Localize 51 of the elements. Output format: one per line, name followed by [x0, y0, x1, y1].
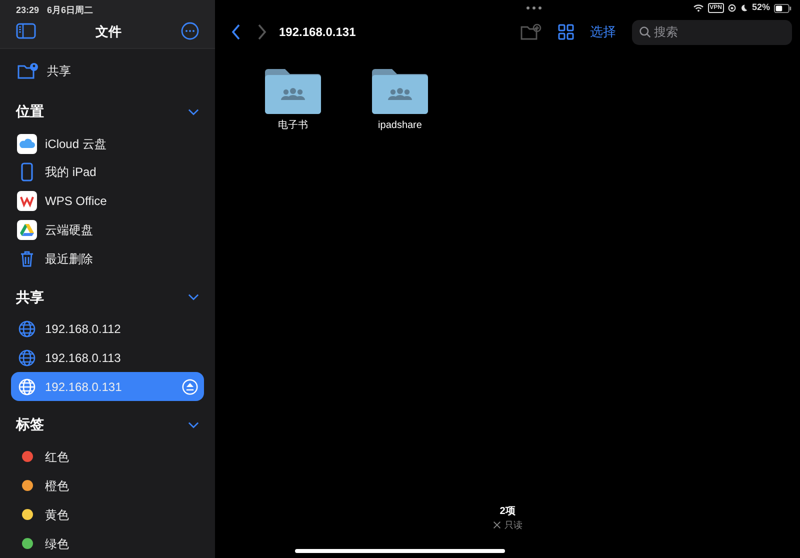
eject-icon[interactable] [182, 378, 198, 395]
status-time: 23:29 [16, 4, 40, 17]
chevron-icon[interactable] [188, 293, 199, 302]
sidebar-item[interactable]: 最近删除 [11, 244, 204, 274]
sidebar-item[interactable]: iCloud 云盘 [11, 129, 204, 158]
sidebar-toggle-icon[interactable] [16, 23, 36, 40]
cloud-icon [17, 134, 37, 154]
chevron-icon[interactable] [188, 420, 199, 429]
select-button[interactable]: 选择 [590, 22, 616, 42]
status-date: 6月6日周二 [47, 4, 94, 17]
sidebar-item[interactable]: 192.168.0.113 [11, 344, 204, 372]
shared-folder-icon [17, 62, 39, 80]
sidebar-item[interactable]: 我的 iPad [11, 158, 204, 187]
globe-icon [17, 376, 37, 397]
moon-icon [740, 4, 748, 12]
shared-folder-icon[interactable] [265, 68, 321, 114]
section-title: 标签 [16, 415, 44, 434]
rotation-lock-icon [728, 4, 736, 12]
wps-logo-icon [17, 191, 37, 212]
sidebar-item[interactable]: 192.168.0.112 [11, 314, 204, 344]
multitask-icon[interactable] [526, 6, 542, 10]
sidebar-item[interactable]: 绿色 [11, 529, 204, 558]
wifi-icon [692, 4, 704, 12]
battery-icon [774, 4, 792, 12]
sidebar-item[interactable]: 红色 [11, 442, 204, 472]
folder-title: 192.168.0.131 [279, 24, 357, 41]
shared-item[interactable]: 共享 [11, 56, 204, 86]
sidebar-item[interactable]: WPS Office [11, 186, 204, 216]
chevron-icon[interactable] [188, 108, 199, 116]
sidebar-item[interactable]: 云端硬盘 [11, 216, 204, 245]
grid-view-icon[interactable] [558, 24, 574, 40]
forward-icon[interactable] [257, 24, 267, 40]
sidebar-item[interactable]: 橙色 [11, 471, 204, 500]
read-only-label: 只读 [504, 518, 522, 532]
folder-name: 电子书 [278, 118, 308, 133]
more-icon[interactable] [181, 22, 199, 40]
battery-percent: 52% [752, 1, 770, 14]
sidebar-title: 文件 [96, 22, 122, 40]
new-folder-icon[interactable] [520, 23, 542, 41]
sidebar-item[interactable]: 黄色 [11, 500, 204, 530]
section-title: 位置 [16, 102, 44, 121]
search-field[interactable]: 搜索 [632, 20, 792, 44]
search-icon [639, 26, 651, 38]
drive-logo-icon [17, 220, 37, 240]
globe-icon [17, 348, 37, 368]
folder-name: ipadshare [378, 119, 422, 133]
item-count: 2项 [500, 504, 516, 518]
section-title: 共享 [16, 288, 44, 307]
shared-folder-icon[interactable] [372, 68, 428, 114]
globe-icon [17, 319, 37, 340]
back-icon[interactable] [231, 24, 241, 40]
